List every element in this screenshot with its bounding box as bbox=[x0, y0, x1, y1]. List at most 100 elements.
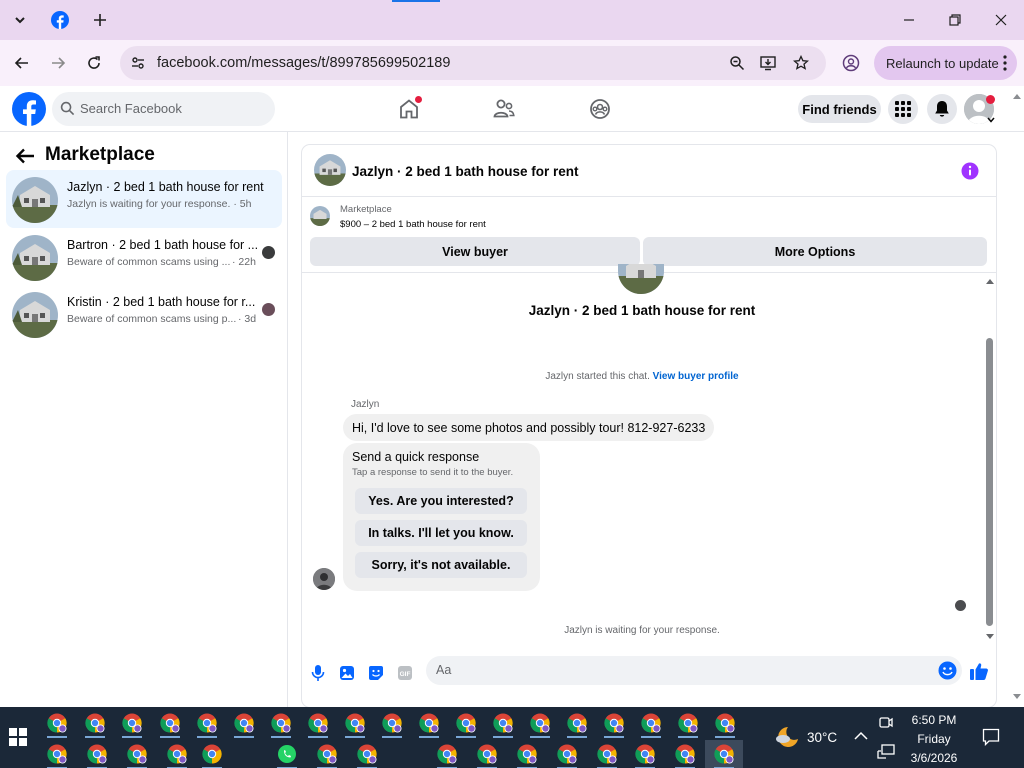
view-buyer-profile-link[interactable]: View buyer profile bbox=[653, 371, 739, 382]
install-app-icon[interactable] bbox=[759, 53, 779, 73]
chrome-taskbar-icon[interactable] bbox=[455, 712, 477, 738]
meet-now-icon[interactable] bbox=[879, 715, 893, 731]
sticker-button[interactable] bbox=[366, 663, 386, 683]
conversation-item[interactable]: Bartron · 2 bed 1 bath house for ... Bew… bbox=[6, 228, 282, 286]
home-nav-button[interactable] bbox=[396, 96, 422, 122]
emoji-icon[interactable] bbox=[938, 661, 957, 680]
attach-photo-button[interactable] bbox=[337, 663, 357, 683]
friends-nav-button[interactable] bbox=[491, 96, 517, 122]
chrome-taskbar-icon[interactable] bbox=[640, 712, 662, 738]
chrome-taskbar-icon[interactable] bbox=[556, 743, 578, 768]
chrome-taskbar-icon[interactable] bbox=[84, 712, 106, 738]
chrome-taskbar-icon[interactable] bbox=[46, 712, 68, 738]
whatsapp-taskbar-icon[interactable] bbox=[276, 743, 298, 768]
chat-title[interactable]: Jazlyn · 2 bed 1 bath house for rent bbox=[352, 164, 579, 179]
chrome-taskbar-icon[interactable] bbox=[356, 743, 378, 768]
chrome-taskbar-icon[interactable] bbox=[713, 743, 735, 768]
chrome-taskbar-icon[interactable] bbox=[316, 743, 338, 768]
tab-search-dropdown-button[interactable] bbox=[8, 8, 32, 32]
groups-nav-button[interactable] bbox=[587, 96, 613, 122]
conversation-item[interactable]: Kristin · 2 bed 1 bath house for r... Be… bbox=[6, 285, 282, 343]
quick-response-button[interactable]: Sorry, it's not available. bbox=[355, 552, 527, 578]
browser-tab-facebook[interactable] bbox=[40, 4, 80, 36]
chrome-taskbar-icon[interactable] bbox=[634, 743, 656, 768]
quick-response-button[interactable]: In talks. I'll let you know. bbox=[355, 520, 527, 546]
chrome-taskbar-icon[interactable] bbox=[159, 712, 181, 738]
view-buyer-button[interactable]: View buyer bbox=[310, 237, 640, 266]
facebook-logo-icon[interactable] bbox=[12, 92, 46, 126]
chrome-taskbar-icon[interactable] bbox=[677, 712, 699, 738]
chrome-taskbar-icon[interactable] bbox=[126, 743, 148, 768]
chrome-taskbar-icon[interactable] bbox=[674, 743, 696, 768]
notifications-button[interactable] bbox=[927, 94, 957, 124]
more-options-button[interactable]: More Options bbox=[643, 237, 987, 266]
chrome-taskbar-icon[interactable] bbox=[418, 712, 440, 738]
menu-button[interactable] bbox=[888, 94, 918, 124]
thread-scrollbar[interactable] bbox=[984, 274, 996, 644]
close-window-button[interactable] bbox=[978, 0, 1024, 40]
conversation-item[interactable]: Jazlyn · 2 bed 1 bath house for rent Jaz… bbox=[6, 170, 282, 228]
message-input[interactable]: Aa bbox=[426, 656, 962, 685]
back-arrow-icon[interactable] bbox=[14, 145, 36, 167]
notification-center-icon[interactable] bbox=[982, 728, 1000, 746]
find-friends-button[interactable]: Find friends bbox=[798, 95, 881, 123]
chrome-taskbar-icon[interactable] bbox=[270, 712, 292, 738]
chrome-taskbar-icon[interactable] bbox=[307, 712, 329, 738]
running-app-indicator bbox=[234, 736, 254, 738]
chrome-taskbar-icon[interactable] bbox=[233, 712, 255, 738]
like-button[interactable] bbox=[969, 661, 989, 681]
chrome-taskbar-icon[interactable] bbox=[344, 712, 366, 738]
chrome-taskbar-icon[interactable] bbox=[121, 712, 143, 738]
chrome-taskbar-icon[interactable] bbox=[714, 712, 736, 738]
clock-date: 3/6/2026 bbox=[910, 751, 958, 765]
back-button[interactable] bbox=[6, 47, 38, 79]
scrollbar-thumb[interactable] bbox=[986, 338, 993, 626]
chrome-taskbar-icon[interactable] bbox=[476, 743, 498, 768]
chrome-taskbar-icon[interactable] bbox=[566, 712, 588, 738]
facebook-search-input[interactable]: Search Facebook bbox=[52, 92, 275, 126]
chrome-taskbar-icon[interactable] bbox=[529, 712, 551, 738]
weather-temperature[interactable]: 30°C bbox=[807, 730, 837, 745]
chrome-taskbar-icon[interactable] bbox=[166, 743, 188, 768]
new-tab-button[interactable] bbox=[88, 8, 112, 32]
restore-window-button[interactable] bbox=[932, 0, 978, 40]
chrome-taskbar-icon[interactable] bbox=[516, 743, 538, 768]
chrome-taskbar-icon[interactable] bbox=[436, 743, 458, 768]
quick-response-button[interactable]: Yes. Are you interested? bbox=[355, 488, 527, 514]
zoom-icon[interactable] bbox=[727, 53, 747, 73]
info-icon[interactable] bbox=[961, 162, 979, 180]
weather-moon-icon[interactable] bbox=[774, 725, 800, 749]
chrome-taskbar-icon[interactable] bbox=[196, 712, 218, 738]
minimize-window-button[interactable] bbox=[886, 0, 932, 40]
page-scroll-down-icon[interactable] bbox=[1012, 693, 1022, 701]
address-url[interactable]: facebook.com/messages/t/899785699502189 bbox=[157, 55, 450, 71]
chrome-taskbar-icon[interactable] bbox=[46, 743, 68, 768]
browser-profile-button[interactable] bbox=[838, 50, 864, 76]
listing-thumbnail[interactable] bbox=[314, 154, 346, 186]
scroll-up-icon[interactable] bbox=[985, 278, 995, 285]
sender-avatar[interactable] bbox=[313, 568, 335, 590]
chrome-taskbar-icon[interactable] bbox=[201, 743, 223, 768]
gif-button[interactable]: GIF bbox=[395, 663, 415, 683]
network-icon[interactable] bbox=[877, 744, 895, 760]
address-bar[interactable]: facebook.com/messages/t/899785699502189 bbox=[120, 46, 826, 80]
scroll-down-icon[interactable] bbox=[985, 633, 995, 640]
relaunch-to-update-button[interactable]: Relaunch to update bbox=[874, 46, 1017, 80]
windows-start-icon[interactable] bbox=[9, 728, 27, 746]
site-settings-icon[interactable] bbox=[128, 53, 148, 73]
page-scroll-up-icon[interactable] bbox=[1012, 92, 1022, 100]
message-bubble[interactable]: Hi, I'd love to see some photos and poss… bbox=[343, 414, 715, 441]
chrome-taskbar-icon[interactable] bbox=[86, 743, 108, 768]
bookmark-star-icon[interactable] bbox=[791, 53, 811, 73]
show-hidden-icons-icon[interactable] bbox=[854, 731, 868, 741]
reload-button[interactable] bbox=[78, 47, 110, 79]
account-chevron-icon[interactable] bbox=[987, 117, 995, 123]
forward-button[interactable] bbox=[42, 47, 74, 79]
running-app-indicator bbox=[493, 736, 513, 738]
chrome-taskbar-icon[interactable] bbox=[603, 712, 625, 738]
chrome-taskbar-icon[interactable] bbox=[492, 712, 514, 738]
chrome-taskbar-icon[interactable] bbox=[596, 743, 618, 768]
taskbar-clock[interactable]: 6:50 PM Friday 3/6/2026 bbox=[905, 711, 963, 768]
voice-clip-button[interactable] bbox=[308, 663, 328, 683]
chrome-taskbar-icon[interactable] bbox=[381, 712, 403, 738]
